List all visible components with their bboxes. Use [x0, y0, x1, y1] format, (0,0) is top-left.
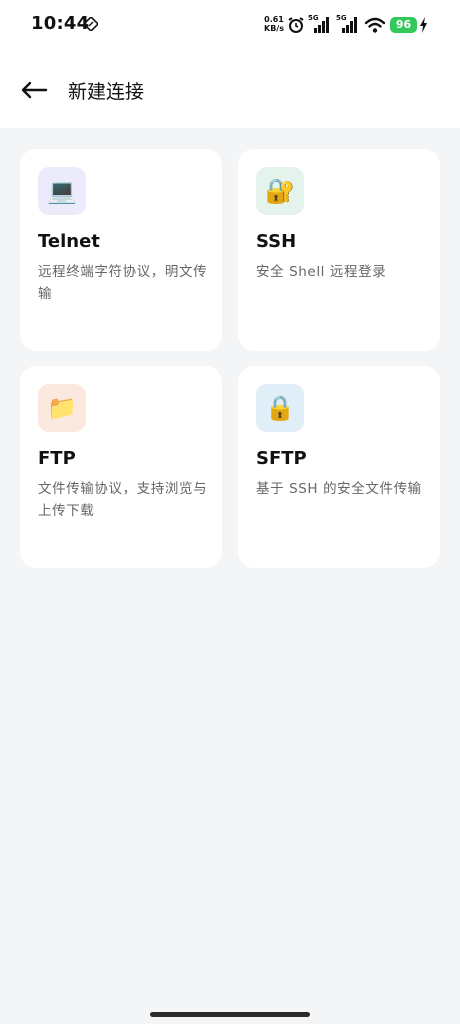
signal-icon: 5G — [308, 14, 332, 34]
network-speed: 0.61 KB/s — [262, 15, 286, 33]
network-speed-value: 0.61 — [264, 15, 284, 24]
status-time: 10:44 — [31, 13, 90, 34]
card-description: 远程终端字符协议，明文传输 — [38, 264, 208, 302]
card-description: 安全 Shell 远程登录 — [256, 264, 387, 280]
protocol-card-sftp[interactable]: 🔒 SFTP 基于 SSH 的安全文件传输 — [238, 366, 440, 568]
folder-icon: 📁 — [38, 384, 86, 432]
nfc-icon — [84, 17, 98, 31]
network-speed-unit: KB/s — [264, 24, 284, 33]
protocol-card-ssh[interactable]: 🔐 SSH 安全 Shell 远程登录 — [238, 149, 440, 351]
protocol-card-ftp[interactable]: 📁 FTP 文件传输协议，支持浏览与上传下载 — [20, 366, 222, 568]
alarm-icon — [288, 17, 304, 33]
card-title: SFTP — [256, 448, 307, 469]
protocol-card-telnet[interactable]: 💻 Telnet 远程终端字符协议，明文传输 — [20, 149, 222, 351]
signal-icon: 5G — [336, 14, 360, 34]
page-title: 新建连接 — [68, 81, 145, 103]
lock-with-key-icon: 🔐 — [256, 167, 304, 215]
app-bar: 新建连接 — [0, 50, 460, 128]
card-title: SSH — [256, 231, 297, 252]
wifi-icon — [364, 17, 386, 33]
charging-icon — [420, 17, 427, 33]
card-description: 文件传输协议，支持浏览与上传下载 — [38, 481, 208, 519]
battery-indicator: 96 — [390, 17, 417, 33]
card-description: 基于 SSH 的安全文件传输 — [256, 481, 422, 497]
card-title: Telnet — [38, 231, 100, 252]
laptop-icon: 💻 — [38, 167, 86, 215]
status-bar: 10:44 0.61 KB/s 5G 5G 96 — [0, 0, 460, 50]
lock-icon: 🔒 — [256, 384, 304, 432]
card-title: FTP — [38, 448, 76, 469]
back-button[interactable] — [14, 70, 54, 110]
arrow-left-icon — [21, 81, 48, 99]
home-indicator[interactable] — [150, 1012, 310, 1017]
